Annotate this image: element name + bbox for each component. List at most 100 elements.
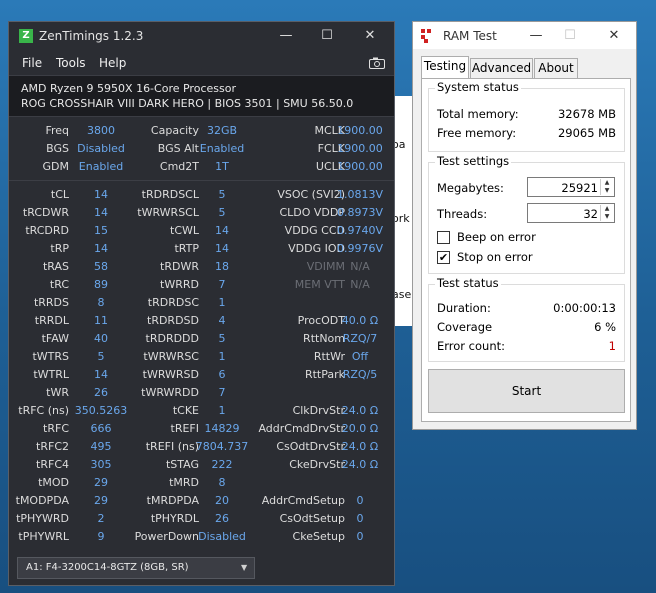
timing-value: 4	[218, 314, 226, 327]
chevron-down-icon: ▼	[241, 563, 248, 572]
dimm-select[interactable]: A1: F4-3200C14-8GTZ (8GB, SR) ▼	[17, 557, 255, 579]
voltage-value: RZQ/7	[342, 332, 378, 345]
close-button[interactable]: ✕	[359, 26, 381, 46]
timing-value: 14	[94, 242, 108, 255]
timings-row: tPHYWRL 9 PowerDown Disabled CkeSetup 0	[9, 528, 394, 546]
beep-on-error-label[interactable]: Beep on error	[457, 230, 536, 244]
voltage-label: ProcODT	[297, 314, 345, 327]
timings-row: tRRDL 11 tRDRDSD 4 ProcODT 40.0 Ω	[9, 312, 394, 330]
group-title: Test status	[435, 276, 501, 290]
menu-bar: File Tools Help	[9, 52, 394, 74]
timing-value: 14	[215, 224, 229, 237]
duration-value: 0:00:00:13	[553, 301, 616, 315]
stop-on-error-label[interactable]: Stop on error	[457, 250, 533, 264]
voltage-value: 0	[356, 494, 364, 507]
close-button[interactable]: ✕	[603, 26, 625, 46]
threads-label: Threads:	[437, 207, 488, 221]
timing-label: tRRDL	[34, 314, 69, 327]
tab-advanced[interactable]: Advanced	[470, 58, 533, 78]
title-bar[interactable]: Z ZenTimings 1.2.3 — ☐ ✕	[9, 22, 394, 50]
voltage-label: VDDG IOD	[288, 242, 345, 255]
voltage-value: 0	[356, 512, 364, 525]
megabytes-input[interactable]: 25921 ▲ ▼	[527, 177, 615, 197]
beep-on-error-checkbox[interactable]	[437, 231, 450, 244]
timing-value: 14	[215, 242, 229, 255]
timings-row: tWR 26 tWRWRDD 7	[9, 384, 394, 402]
timings-row: tWTRL 14 tWRWRSD 6 RttPark RZQ/5	[9, 366, 394, 384]
timing-value: Disabled	[77, 142, 125, 155]
menu-file[interactable]: File	[22, 56, 42, 70]
minimize-button[interactable]: —	[275, 26, 297, 46]
voltage-label: AddrCmdSetup	[261, 494, 345, 507]
section-divider	[9, 180, 394, 181]
voltage-label: MCLK	[314, 124, 345, 137]
threads-spinner-icon[interactable]: ▲ ▼	[600, 205, 613, 221]
threads-input[interactable]: 32 ▲ ▼	[527, 203, 615, 223]
timing-label: tMOD	[38, 476, 69, 489]
cpu-name: AMD Ryzen 9 5950X 16-Core Processor	[21, 82, 236, 95]
error-count-label: Error count:	[437, 339, 506, 353]
timing-label: tWR	[46, 386, 69, 399]
voltage-value: 1900.00	[337, 124, 383, 137]
free-memory-label: Free memory:	[437, 126, 517, 140]
timing-label: tRCDRD	[25, 224, 69, 237]
system-status-group: System status Total memory: 32678 MB Fre…	[428, 80, 625, 152]
timing-value: 29	[94, 494, 108, 507]
menu-tools[interactable]: Tools	[56, 56, 86, 70]
window-title: RAM Test	[443, 29, 497, 43]
timing-value: 1	[218, 350, 226, 363]
stop-on-error-checkbox[interactable]: ✔	[437, 251, 450, 264]
timing-label: tRFC (ns)	[18, 404, 69, 417]
voltage-label: MEM VTT	[294, 278, 345, 291]
timing-value: 666	[90, 422, 112, 435]
timings-row: tRFC2 495 tREFI (ns) 7804.737 CsOdtDrvStr 24.…	[9, 438, 394, 456]
voltage-value: 1900.00	[337, 160, 383, 173]
timing-value: 14829	[204, 422, 240, 435]
ramtest-window: RAM Test — ☐ ✕ Testing Advanced About Sy…	[412, 21, 637, 430]
timing-label: tREFI (ns)	[145, 440, 199, 453]
test-settings-group: Test settings Megabytes: 25921 ▲ ▼ Thread…	[428, 154, 625, 274]
voltage-value: 0.8973V	[336, 206, 383, 219]
voltage-value: 1.0813V	[336, 188, 383, 201]
title-bar[interactable]: RAM Test — ☐ ✕	[413, 22, 636, 49]
voltage-label: UCLK	[315, 160, 345, 173]
maximize-button[interactable]: ☐	[316, 26, 338, 46]
timing-value: 7804.737	[195, 440, 249, 453]
voltage-value: N/A	[350, 278, 370, 291]
timing-value: 7	[218, 386, 226, 399]
timing-label: tCKE	[172, 404, 199, 417]
voltage-value: 24.0 Ω	[341, 404, 379, 417]
voltage-label: RttNom	[303, 332, 345, 345]
timing-value: 32GB	[206, 124, 238, 137]
timings-row: tFAW 40 tRDRDDD 5 RttNom RZQ/7	[9, 330, 394, 348]
timings-row: BGS Disabled BGS Alt Enabled FCLK 1900.00	[9, 140, 394, 158]
menu-help[interactable]: Help	[99, 56, 126, 70]
timing-label: tCWL	[170, 224, 199, 237]
timing-value: 20	[215, 494, 229, 507]
megabytes-value: 25921	[561, 181, 598, 195]
group-title: Test settings	[435, 154, 512, 168]
voltage-label: CLDO VDDP	[279, 206, 345, 219]
timings-row: tMOD 29 tMRD 8	[9, 474, 394, 492]
tab-testing[interactable]: Testing	[421, 56, 469, 79]
timing-label: tFAW	[41, 332, 69, 345]
timing-value: 350.5263	[74, 404, 128, 417]
start-button[interactable]: Start	[428, 369, 625, 413]
timings-row: tRFC 666 tREFI 14829 AddrCmdDrvStr 20.0 Ω	[9, 420, 394, 438]
megabytes-spinner-icon[interactable]: ▲ ▼	[600, 179, 613, 195]
timing-value: 1	[218, 296, 226, 309]
timing-label: tWRWRDD	[141, 386, 199, 399]
board-info: ROG CROSSHAIR VIII DARK HERO | BIOS 3501…	[21, 97, 354, 110]
timings-row: tWTRS 5 tWRWRSC 1 RttWr Off	[9, 348, 394, 366]
error-count-value: 1	[608, 339, 616, 353]
system-info-panel: AMD Ryzen 9 5950X 16-Core Processor ROG …	[9, 75, 394, 117]
timing-value: 305	[90, 458, 112, 471]
tab-about[interactable]: About	[534, 58, 578, 78]
timing-label: tRDRDSCL	[141, 188, 199, 201]
timing-value: 26	[94, 386, 108, 399]
timing-value: 15	[94, 224, 108, 237]
timing-value: 11	[94, 314, 108, 327]
minimize-button[interactable]: —	[525, 26, 547, 46]
test-status-group: Test status Duration: 0:00:00:13 Coverag…	[428, 276, 625, 362]
screenshot-camera-icon[interactable]	[369, 57, 385, 69]
